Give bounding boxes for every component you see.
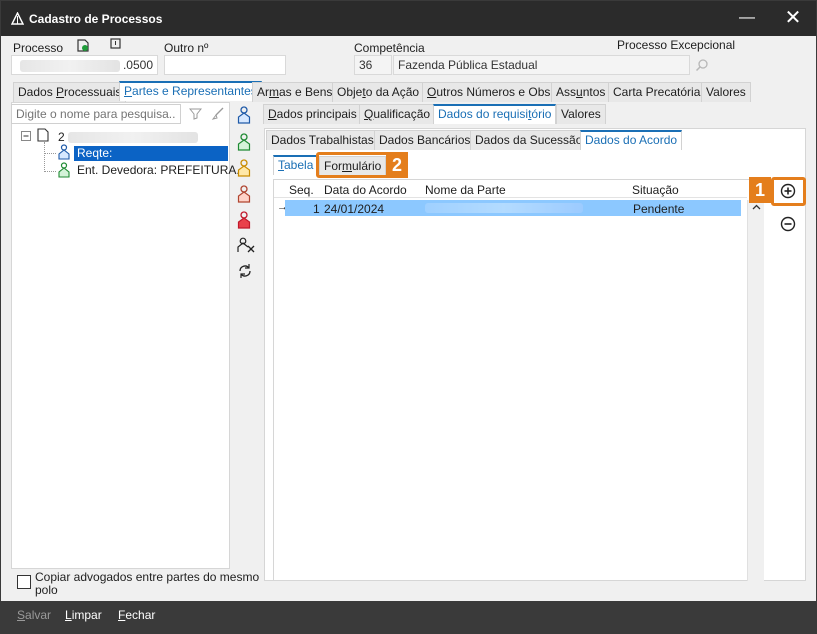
add-representante-icon[interactable] xyxy=(237,185,251,203)
tab-objeto-acao[interactable]: Objeto da Ação xyxy=(332,82,425,102)
tab-dados-trabalhistas[interactable]: Dados Trabalhistas xyxy=(266,130,379,150)
cell-data-acordo: 24/01/2024 xyxy=(324,202,385,216)
tab-assuntos[interactable]: Assuntos xyxy=(551,82,611,102)
tab-dados-bancarios[interactable]: Dados Bancários xyxy=(374,130,476,150)
tab-valores[interactable]: Valores xyxy=(701,82,751,102)
requerente-icon xyxy=(58,144,70,160)
step-badge-1: 1 xyxy=(749,177,771,203)
cell-nome-parte xyxy=(425,202,583,216)
note-icon[interactable] xyxy=(109,38,122,51)
salvar-button[interactable]: Salvar xyxy=(17,608,51,622)
tab-outros-numeros[interactable]: Outros Números e Obs. xyxy=(422,82,559,102)
copiar-advogados-checkbox[interactable] xyxy=(17,575,31,589)
tree-item-requerente[interactable]: Reqte: xyxy=(74,146,228,161)
tab-carta-precatoria[interactable]: Carta Precatória xyxy=(608,82,706,102)
remove-parte-icon[interactable] xyxy=(237,237,255,253)
step-badge-2: 2 xyxy=(386,152,408,178)
acordo-grid xyxy=(273,179,764,581)
main-window: Cadastro de Processos — ✕ Processo Outro… xyxy=(0,0,817,634)
processo-input[interactable]: .0500 xyxy=(11,55,158,75)
processo-excepcional-label: Processo Excepcional xyxy=(617,38,736,52)
outro-numero-input[interactable] xyxy=(164,55,286,75)
add-acordo-button[interactable] xyxy=(780,183,796,199)
scroll-up-icon[interactable] xyxy=(752,204,761,210)
tree-root-label: 2 xyxy=(58,130,199,144)
tab-qualificacao[interactable]: Qualificação xyxy=(359,104,436,124)
fechar-button[interactable]: Fechar xyxy=(118,608,155,622)
add-terceiro-icon[interactable] xyxy=(237,211,251,229)
processo-label: Processo xyxy=(13,41,64,55)
tab-dados-principais[interactable]: Dados principais xyxy=(263,104,362,124)
competencia-label: Competência xyxy=(354,41,425,55)
document-green-icon[interactable] xyxy=(76,38,90,52)
title-bar: Cadastro de Processos — ✕ xyxy=(1,1,816,36)
tab-partes-representantes[interactable]: Partes e Representantes xyxy=(119,81,262,101)
cell-seq: 1 xyxy=(313,202,320,216)
filter-icon[interactable] xyxy=(189,107,202,120)
copiar-advogados-label: Copiar advogados entre partes do mesmo p… xyxy=(35,570,260,597)
limpar-button[interactable]: Limpar xyxy=(65,608,102,622)
tree-line xyxy=(44,171,56,172)
tree-item-devedora[interactable]: Ent. Devedora: PREFEITURA... xyxy=(77,163,246,177)
window-title: Cadastro de Processos xyxy=(29,12,163,26)
tab-dados-acordo[interactable]: Dados do Acordo xyxy=(580,130,683,150)
clear-brush-icon[interactable] xyxy=(211,107,225,121)
tab-dados-sucessao[interactable]: Dados da Sucessão xyxy=(470,130,588,150)
grid-vertical-scrollbar[interactable] xyxy=(747,200,764,581)
column-header-nome-parte[interactable]: Nome da Parte xyxy=(425,183,506,197)
partes-search-input[interactable] xyxy=(11,104,181,124)
minimize-button[interactable]: — xyxy=(734,5,760,31)
bottom-action-bar: Salvar Limpar Fechar xyxy=(1,601,816,633)
add-sucessor-icon[interactable] xyxy=(237,159,251,177)
column-header-data-acordo[interactable]: Data do Acordo xyxy=(324,183,407,197)
column-header-situacao[interactable]: Situação xyxy=(632,183,679,197)
tree-line xyxy=(44,153,56,154)
close-button[interactable]: ✕ xyxy=(779,5,807,31)
remove-acordo-button[interactable] xyxy=(780,216,796,232)
competencia-name-input[interactable]: Fazenda Pública Estadual xyxy=(393,55,690,75)
add-autor-icon[interactable] xyxy=(237,106,251,124)
cell-situacao: Pendente xyxy=(633,202,685,216)
process-document-icon xyxy=(37,128,49,142)
search-icon[interactable] xyxy=(695,58,709,72)
add-reu-icon[interactable] xyxy=(237,133,251,151)
collapse-icon[interactable] xyxy=(21,131,31,141)
tab-dados-processuais[interactable]: Dados Processuais xyxy=(13,82,127,102)
competencia-code-input[interactable]: 36 xyxy=(354,55,392,75)
tab-tabela[interactable]: Tabela xyxy=(273,155,319,175)
tab-armas-bens[interactable]: Armas e Bens xyxy=(252,82,338,102)
tab-valores-requisitorio[interactable]: Valores xyxy=(556,104,606,124)
entidade-devedora-icon xyxy=(58,162,70,178)
swap-polo-icon[interactable] xyxy=(237,263,253,279)
outro-numero-label: Outro nº xyxy=(164,41,209,55)
tab-dados-requisitorio[interactable]: Dados do requisitório xyxy=(433,104,557,124)
column-header-seq[interactable]: Seq. xyxy=(289,183,314,197)
grid-header-divider xyxy=(274,197,747,198)
app-logo-icon xyxy=(11,12,24,25)
tree-line xyxy=(44,142,45,172)
